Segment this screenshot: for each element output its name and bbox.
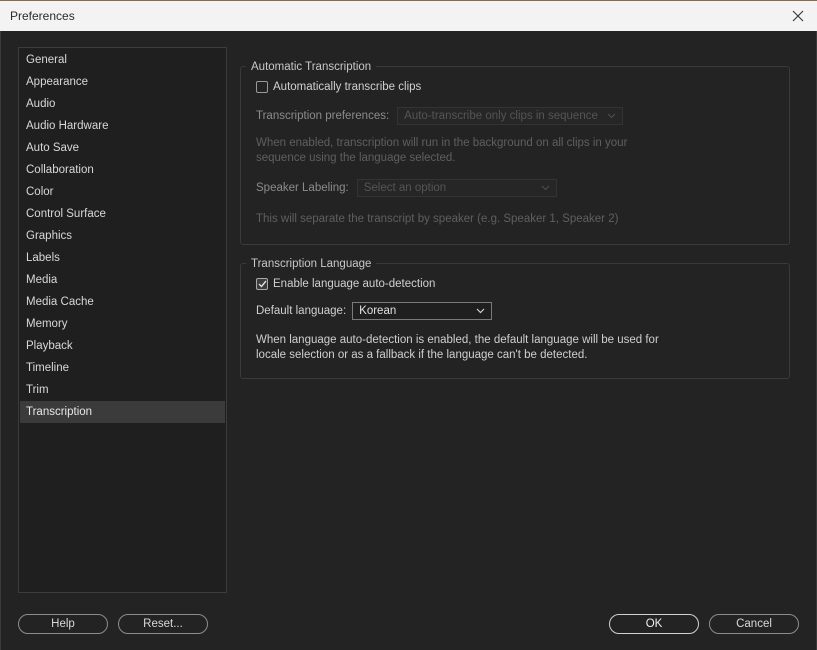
default-language-description: When language auto-detection is enabled,… [256,334,659,361]
sidebar-item-audio[interactable]: Audio [20,93,225,115]
cancel-button[interactable]: Cancel [709,614,799,634]
ok-button[interactable]: OK [609,614,699,634]
sidebar-item-appearance[interactable]: Appearance [20,71,225,93]
speaker-labeling-row: Speaker Labeling: Select an option [256,179,557,197]
sidebar-item-audio-hardware[interactable]: Audio Hardware [20,115,225,137]
title-bar: Preferences [0,0,817,31]
transcription-preferences-description: When enabled, transcription will run in … [256,137,628,164]
close-icon[interactable] [785,4,811,28]
reset-button[interactable]: Reset... [118,614,208,634]
automatic-transcription-group: Automatic Transcription Automatically tr… [240,60,790,245]
chevron-down-icon [476,308,485,314]
window-title: Preferences [10,9,75,23]
sidebar-item-color[interactable]: Color [20,181,225,203]
checkbox-box[interactable] [256,81,268,93]
sidebar-item-memory[interactable]: Memory [20,313,225,335]
sidebar-item-media[interactable]: Media [20,269,225,291]
checkmark-icon [258,280,267,288]
preferences-dialog: General Appearance Audio Audio Hardware … [0,31,817,650]
default-language-dropdown[interactable]: Korean [352,302,493,320]
dropdown-value: Korean [359,305,397,317]
sidebar-item-control-surface[interactable]: Control Surface [20,203,225,225]
transcription-preferences-row: Transcription preferences: Auto-transcri… [256,107,624,125]
checkbox-box[interactable] [256,278,268,290]
category-list: General Appearance Audio Audio Hardware … [18,47,227,593]
language-auto-detection-checkbox[interactable]: Enable language auto-detection [256,278,435,290]
speaker-labeling-description: This will separate the transcript by spe… [256,213,619,225]
speaker-labeling-dropdown[interactable]: Select an option [356,179,557,197]
transcription-preferences-dropdown[interactable]: Auto-transcribe only clips in sequence [397,107,624,125]
checkbox-label: Enable language auto-detection [273,278,436,290]
auto-transcribe-checkbox[interactable]: Automatically transcribe clips [256,81,421,93]
default-language-row: Default language: Korean [256,302,493,320]
field-label: Transcription preferences: [256,110,390,122]
dropdown-placeholder: Select an option [363,182,447,194]
sidebar-item-labels[interactable]: Labels [20,247,225,269]
sidebar-item-playback[interactable]: Playback [20,335,225,357]
sidebar-item-media-cache[interactable]: Media Cache [20,291,225,313]
sidebar-item-auto-save[interactable]: Auto Save [20,137,225,159]
sidebar-item-timeline[interactable]: Timeline [20,357,225,379]
help-button[interactable]: Help [18,614,108,634]
field-label: Speaker Labeling: [256,182,349,194]
sidebar-item-graphics[interactable]: Graphics [20,225,225,247]
transcription-language-group: Transcription Language Enable language a… [240,257,790,379]
group-title: Automatic Transcription [246,60,377,74]
group-title: Transcription Language [246,257,377,271]
checkbox-label: Automatically transcribe clips [273,81,422,93]
chevron-down-icon [607,113,616,119]
chevron-down-icon [541,185,550,191]
sidebar-item-general[interactable]: General [20,49,225,71]
field-label: Default language: [256,305,347,317]
sidebar-item-trim[interactable]: Trim [20,379,225,401]
sidebar-item-transcription[interactable]: Transcription [20,401,225,423]
dropdown-value: Auto-transcribe only clips in sequence [404,110,598,122]
sidebar-item-collaboration[interactable]: Collaboration [20,159,225,181]
